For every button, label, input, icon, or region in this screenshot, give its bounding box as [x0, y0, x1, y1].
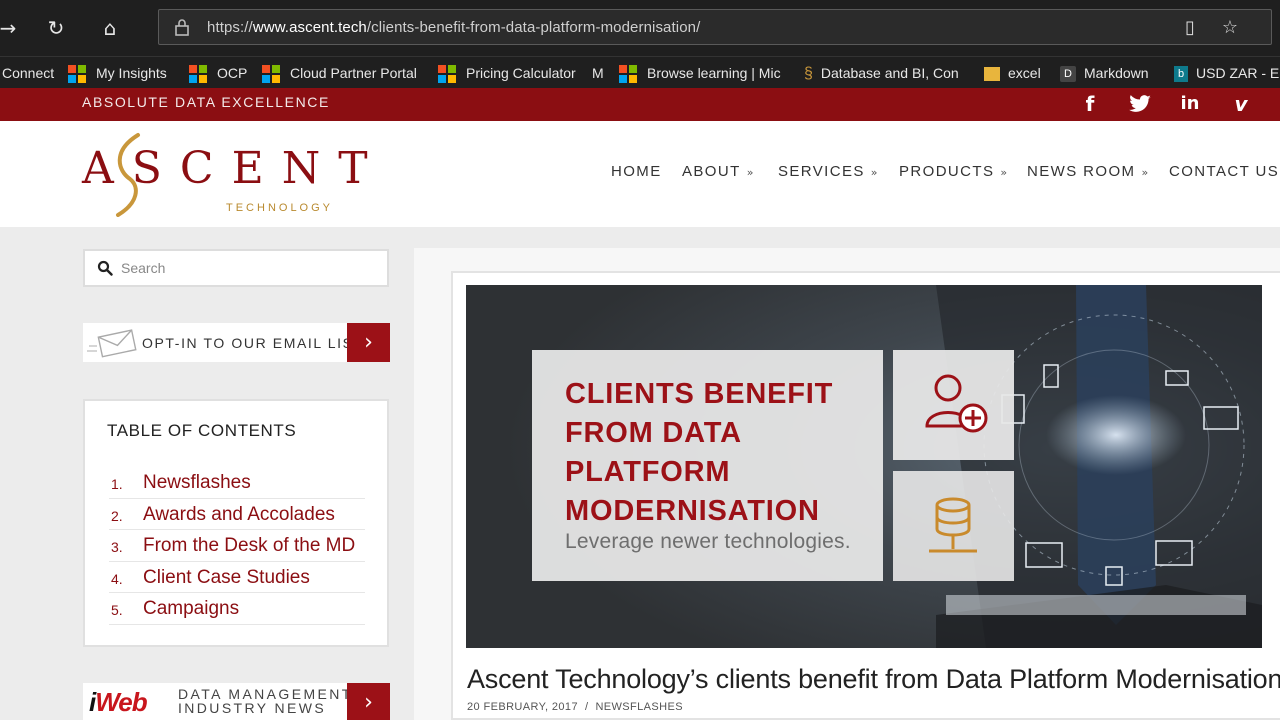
logo-wordmark[interactable]: ASCENT	[82, 143, 386, 194]
bookmark-pricing-calculator[interactable]: Pricing Calculator	[438, 63, 576, 84]
bookmark-ocp[interactable]: OCP	[189, 63, 247, 84]
home-icon[interactable]: ⌂	[96, 14, 124, 42]
microsoft-logo-icon	[189, 65, 207, 84]
add-user-icon	[893, 350, 1014, 460]
post-meta: 20 FEBRUARY, 2017 / NEWSFLASHES	[467, 701, 683, 713]
nav-contact-us[interactable]: CONTACT US	[1169, 163, 1279, 183]
chevron-right-icon[interactable]: ›	[347, 323, 390, 362]
search-input[interactable]	[121, 257, 371, 279]
bookmark-excel[interactable]: excel	[984, 63, 1041, 83]
microsoft-logo-icon	[262, 65, 280, 84]
nav-home[interactable]: HOME	[611, 163, 662, 183]
bookmark-database-and-bi[interactable]: § Database and BI, Con	[804, 63, 959, 83]
post-title[interactable]: Ascent Technology’s clients benefit from…	[467, 664, 1280, 695]
favorite-star-icon[interactable]: ☆	[1219, 17, 1241, 39]
forward-icon[interactable]: →	[0, 14, 22, 42]
itweb-logo: iWeb	[89, 687, 148, 717]
hero-subheading: Leverage newer technologies.	[565, 530, 851, 553]
bookmark-cloud-partner-portal[interactable]: Cloud Partner Portal	[262, 63, 417, 84]
meta-separator: /	[584, 701, 589, 713]
post-category-link[interactable]: NEWSFLASHES	[595, 701, 683, 713]
post-date: 20 FEBRUARY, 2017	[467, 701, 578, 713]
logo-subtitle: TECHNOLOGY	[226, 202, 334, 214]
chevron-down-icon: »	[870, 166, 879, 179]
browser-toolbar: → ↻ ⌂ https://www.ascent.tech/clients-be…	[0, 0, 1280, 56]
site-topbar: ABSOLUTE DATA EXCELLENCE f in v	[0, 88, 1280, 121]
toc-item-desk-of-md[interactable]: 3. From the Desk of the MD	[109, 530, 365, 562]
url-text: https://www.ascent.tech/clients-benefit-…	[207, 19, 701, 36]
nav-news-room[interactable]: NEWS ROOM»	[1027, 163, 1150, 183]
refresh-icon[interactable]: ↻	[42, 14, 70, 42]
post-hero-image[interactable]: CLIENTS BENEFIT FROM DATA PLATFORM MODER…	[466, 285, 1262, 648]
reading-view-icon[interactable]: ▯	[1179, 17, 1201, 39]
hero-text-panel: CLIENTS BENEFIT FROM DATA PLATFORM MODER…	[532, 350, 883, 581]
toc-title: TABLE OF CONTENTS	[107, 421, 297, 440]
search-widget	[83, 249, 389, 287]
vimeo-icon[interactable]: v	[1228, 91, 1254, 117]
bookmarks-bar: Connect My Insights OCP Cloud Partner Po…	[0, 56, 1280, 88]
linkedin-icon[interactable]: in	[1177, 91, 1203, 117]
itweb-caption: DATA MANAGEMENT INDUSTRY NEWS	[178, 686, 353, 716]
site-header: ASCENT TECHNOLOGY HOME ABOUT» SERVICES» …	[0, 121, 1280, 227]
bookmark-markdown[interactable]: D Markdown	[1060, 63, 1149, 83]
nav-about[interactable]: ABOUT»	[682, 163, 755, 183]
bookmark-usd-zar[interactable]: b USD ZAR - E	[1174, 63, 1279, 83]
bookmark-browse-learning[interactable]: Browse learning | Mic	[619, 63, 781, 84]
search-icon[interactable]	[97, 260, 113, 276]
nav-services[interactable]: SERVICES»	[778, 163, 879, 183]
chevron-down-icon: »	[746, 166, 755, 179]
hero-headline: CLIENTS BENEFIT FROM DATA PLATFORM MODER…	[565, 378, 834, 527]
bing-icon: b	[1174, 66, 1188, 83]
table-of-contents: TABLE OF CONTENTS 1. Newsflashes 2. Awards…	[83, 399, 389, 647]
folder-icon	[984, 67, 1000, 82]
bookmark-m[interactable]: M	[592, 63, 604, 83]
chevron-right-icon[interactable]: ›	[347, 683, 390, 720]
optin-label: OPT-IN TO OUR EMAIL LIST	[142, 335, 364, 351]
markdown-d-icon: D	[1060, 66, 1076, 83]
microsoft-logo-icon	[438, 65, 456, 84]
toc-item-newsflashes[interactable]: 1. Newsflashes	[109, 467, 365, 499]
toc-item-campaigns[interactable]: 5. Campaigns	[109, 593, 365, 625]
chevron-down-icon: »	[1000, 166, 1009, 179]
bookmark-connect[interactable]: Connect	[2, 63, 54, 83]
microsoft-logo-icon	[68, 65, 86, 84]
optin-email-banner[interactable]: OPT-IN TO OUR EMAIL LIST ›	[83, 323, 390, 362]
itweb-banner[interactable]: iWeb DATA MANAGEMENT INDUSTRY NEWS ›	[83, 683, 390, 720]
nav-products[interactable]: PRODUCTS»	[899, 163, 1009, 183]
envelope-icon	[87, 329, 137, 358]
microsoft-logo-icon	[619, 65, 637, 84]
facebook-icon[interactable]: f	[1077, 91, 1103, 117]
toc-item-awards[interactable]: 2. Awards and Accolades	[109, 499, 365, 530]
toc-item-case-studies[interactable]: 4. Client Case Studies	[109, 562, 365, 593]
bookmark-my-insights[interactable]: My Insights	[68, 63, 167, 84]
twitter-icon[interactable]	[1127, 91, 1153, 117]
chevron-down-icon: »	[1141, 166, 1150, 179]
address-bar[interactable]: https://www.ascent.tech/clients-benefit-…	[158, 9, 1272, 45]
ascent-swoosh-icon: §	[804, 65, 813, 83]
database-server-icon	[893, 471, 1014, 581]
site-tagline: ABSOLUTE DATA EXCELLENCE	[82, 94, 330, 110]
lock-icon	[175, 19, 189, 36]
